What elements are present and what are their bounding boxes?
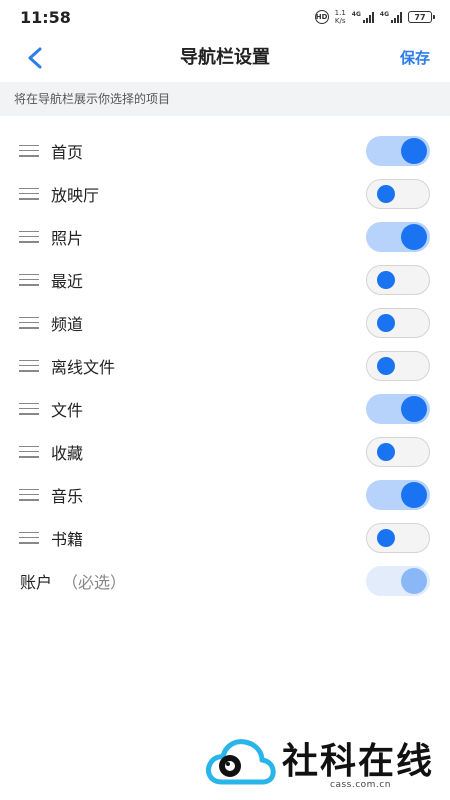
nav-item-toggle[interactable]: [366, 178, 430, 209]
account-label-text: 账户: [20, 572, 53, 592]
nav-item-toggle[interactable]: [366, 522, 430, 553]
toggle-knob: [401, 223, 427, 250]
drag-handle-icon[interactable]: [19, 488, 39, 501]
toggle-knob: [377, 442, 395, 461]
signal-4g-icon: 4G: [352, 11, 374, 23]
toggle-knob: [401, 567, 427, 594]
header: 导航栏设置 保存: [0, 34, 450, 82]
signal-4g-icon-2: 4G: [380, 11, 402, 23]
account-toggle: [366, 565, 430, 596]
page-title: 导航栏设置: [180, 47, 270, 68]
status-bar: 11:58 HD 1.1 K/s 4G 4G 77: [0, 0, 450, 34]
toggle-knob: [377, 270, 395, 289]
nav-item-label: 收藏: [51, 443, 84, 463]
hd-call-icon: HD: [314, 10, 329, 24]
drag-handle-icon[interactable]: [19, 144, 39, 157]
nav-item-toggle[interactable]: [366, 135, 430, 166]
toggle-knob: [401, 481, 427, 508]
nav-item-toggle[interactable]: [366, 221, 430, 252]
nav-item: 频道: [0, 301, 450, 344]
nav-item-label: 文件: [51, 400, 84, 420]
nav-item-label: 频道: [51, 314, 84, 334]
drag-handle-icon[interactable]: [19, 445, 39, 458]
toggle-knob: [377, 184, 395, 203]
toggle-knob: [401, 137, 427, 164]
nav-item-toggle[interactable]: [366, 436, 430, 467]
status-icons: HD 1.1 K/s 4G 4G 77: [314, 9, 435, 25]
nav-item-label: 书籍: [51, 529, 84, 549]
cloud-eye-logo-icon: [206, 739, 276, 785]
nav-item-label: 音乐: [51, 486, 84, 506]
nav-item-label: 首页: [51, 142, 84, 162]
signal-label-2: 4G: [379, 11, 389, 18]
nav-item-label: 最近: [51, 271, 84, 291]
hint-text: 将在导航栏展示你选择的项目: [0, 82, 450, 116]
account-label: 账户 （必选）: [20, 569, 126, 593]
nav-item-list: 首页 放映厅 照片 最近 频道 离线文件 文件 收藏 音乐 书籍 账户 （必选）: [0, 129, 450, 602]
nav-item-label: 放映厅: [51, 185, 100, 205]
drag-handle-icon[interactable]: [19, 230, 39, 243]
save-button[interactable]: 保存: [400, 34, 430, 82]
nav-item-toggle[interactable]: [366, 479, 430, 510]
nav-item-account: 账户 （必选）: [0, 559, 450, 602]
toggle-knob: [377, 356, 395, 375]
drag-handle-icon[interactable]: [19, 316, 39, 329]
watermark-url: cass.com.cn: [330, 780, 391, 790]
nav-item: 照片: [0, 215, 450, 258]
nav-item: 收藏: [0, 430, 450, 473]
watermark-text: 社科在线: [282, 741, 435, 782]
drag-handle-icon[interactable]: [19, 402, 39, 415]
network-speed-unit: K/s: [334, 17, 346, 25]
nav-item: 离线文件: [0, 344, 450, 387]
nav-item: 首页: [0, 129, 450, 172]
nav-item: 音乐: [0, 473, 450, 516]
drag-handle-icon[interactable]: [19, 187, 39, 200]
watermark: 社科在线 cass.com.cn: [200, 730, 440, 792]
nav-item-toggle[interactable]: [366, 264, 430, 295]
nav-item-toggle[interactable]: [366, 350, 430, 381]
nav-item-toggle[interactable]: [366, 393, 430, 424]
nav-item-toggle[interactable]: [366, 307, 430, 338]
drag-handle-icon[interactable]: [19, 359, 39, 372]
toggle-knob: [401, 395, 427, 422]
nav-item-label: 离线文件: [51, 357, 116, 377]
battery-icon: 77: [408, 11, 435, 23]
network-speed: 1.1 K/s: [335, 9, 346, 25]
toggle-knob: [377, 528, 395, 547]
nav-item: 书籍: [0, 516, 450, 559]
status-time: 11:58: [20, 7, 71, 27]
drag-handle-icon[interactable]: [19, 273, 39, 286]
nav-item-label: 照片: [51, 228, 84, 248]
nav-item: 放映厅: [0, 172, 450, 215]
signal-label: 4G: [351, 11, 361, 18]
nav-item: 最近: [0, 258, 450, 301]
account-required-note: （必选）: [62, 572, 127, 592]
toggle-knob: [377, 313, 395, 332]
nav-item: 文件: [0, 387, 450, 430]
drag-handle-icon[interactable]: [19, 531, 39, 544]
network-speed-value: 1.1: [334, 9, 346, 17]
